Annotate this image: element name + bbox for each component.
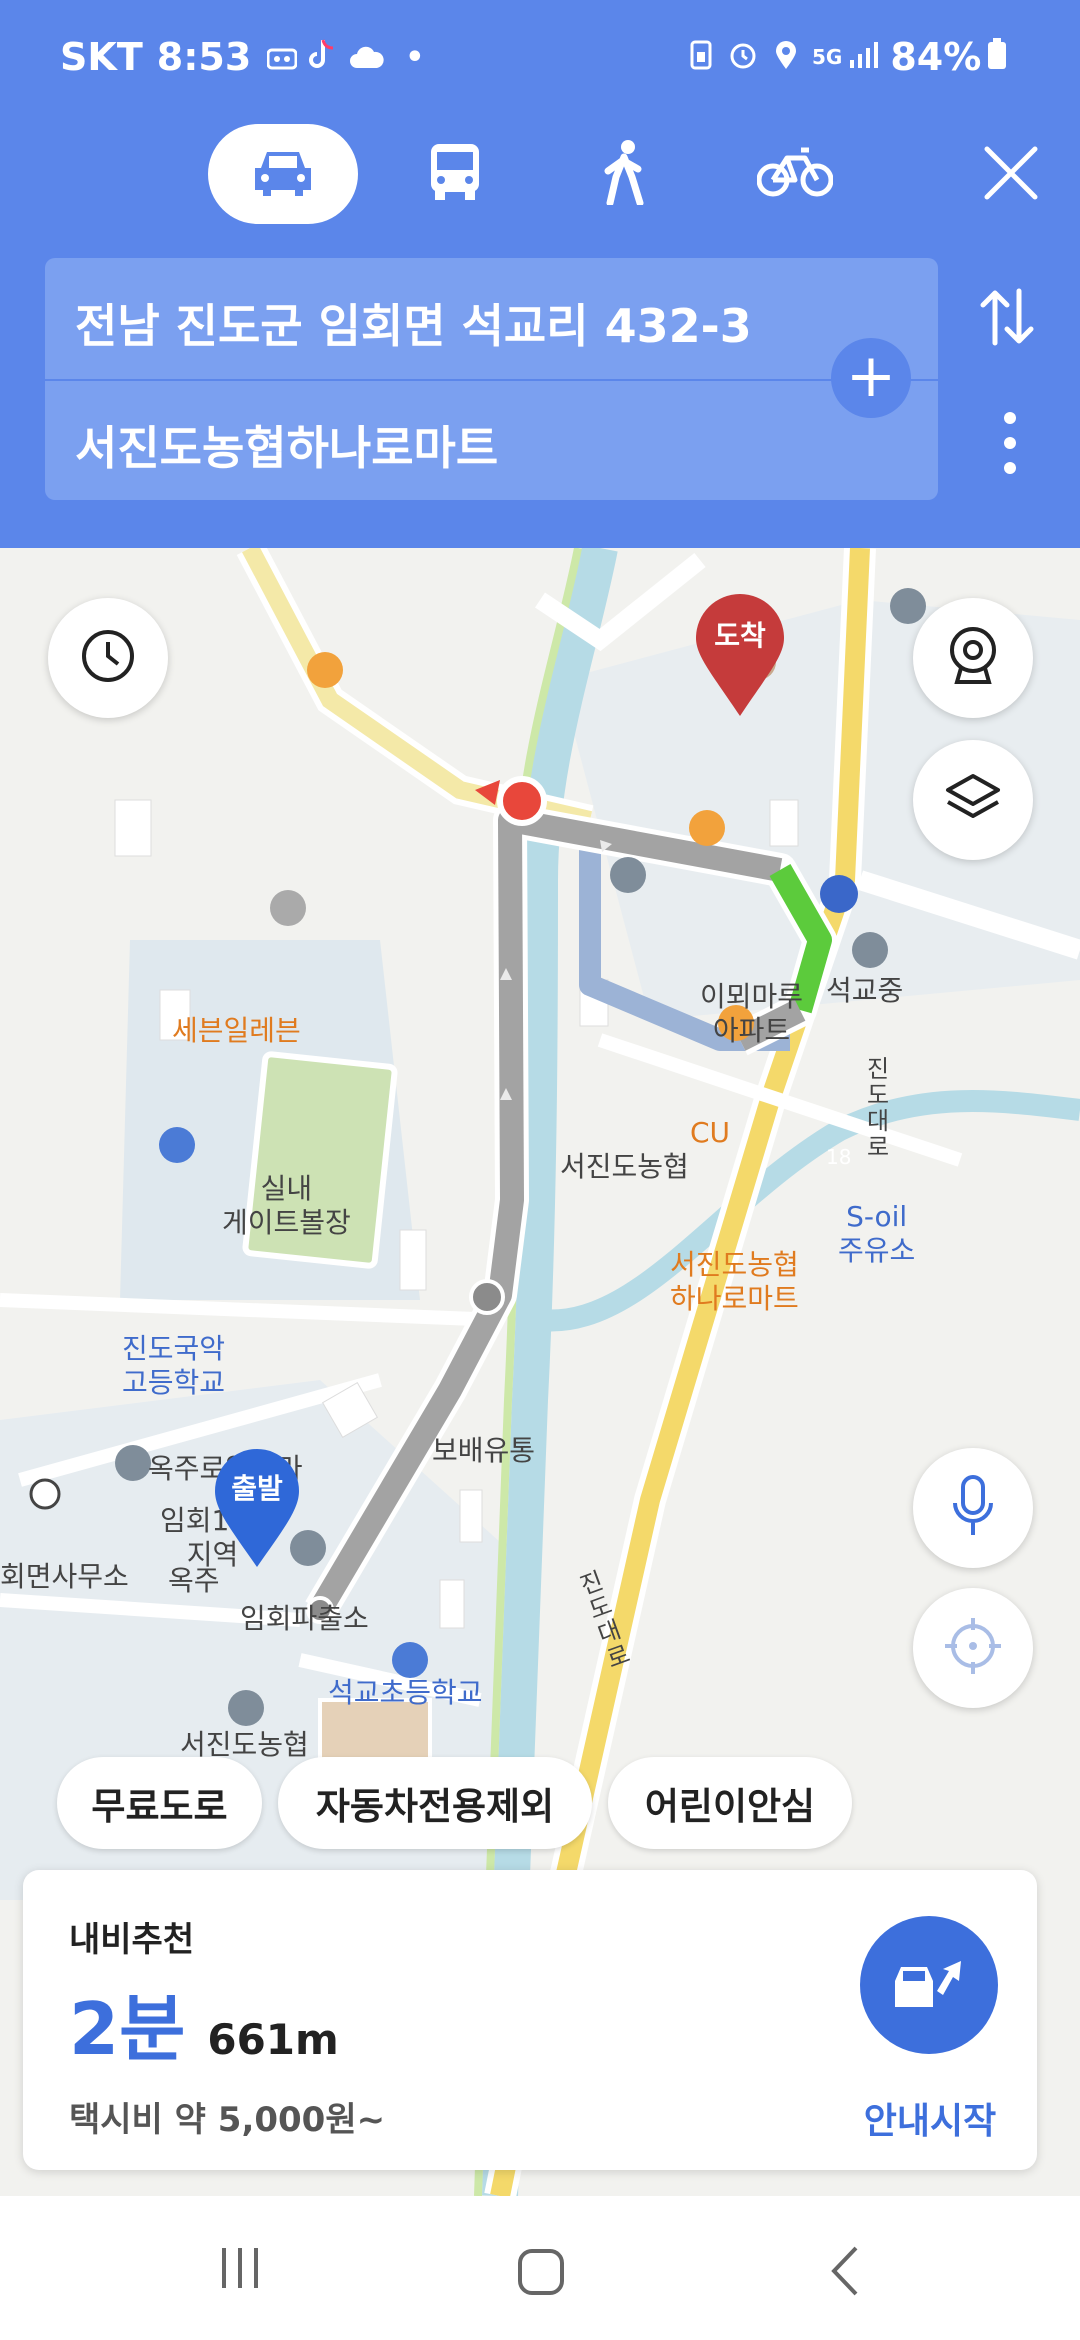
tab-bus[interactable]: [380, 124, 530, 224]
map-label-myeon-office: 회면사무소: [0, 1560, 129, 1593]
tiktok-icon: [309, 35, 337, 79]
bus-icon: [427, 142, 483, 206]
cctv-icon: [947, 626, 999, 690]
map-label-jindo-daero-1: 진도대로: [866, 1055, 890, 1161]
map-label-bobae: 보배유통: [432, 1434, 536, 1467]
more-options-button[interactable]: [995, 408, 1025, 478]
back-chevron-icon: [830, 2246, 860, 2300]
route-distance: 661m: [207, 2015, 339, 2064]
map-label-police: 임회파출소: [240, 1602, 369, 1635]
route-field-box: 전남 진도군 임회면 석교리 432-3 서진도농협하나로마트 +: [45, 258, 938, 500]
voicemail-icon: [266, 35, 298, 79]
home-button[interactable]: [517, 2248, 565, 2300]
battery-icon: [987, 35, 1007, 79]
microphone-icon: [951, 1475, 995, 1541]
add-waypoint-button[interactable]: +: [831, 338, 911, 418]
layers-icon: [944, 772, 1002, 828]
map-label-seokgyo-mid: 석교중: [826, 974, 904, 1007]
field-divider: [45, 379, 938, 381]
start-pin[interactable]: 출발: [211, 1447, 303, 1569]
destination-field[interactable]: 서진도농협하나로마트: [75, 412, 498, 478]
filter-chip-free-road[interactable]: 무료도로: [57, 1757, 262, 1849]
network-type: 5G: [812, 45, 843, 69]
walk-icon: [600, 139, 650, 209]
arrival-pin[interactable]: 도착: [692, 592, 788, 718]
current-location-button[interactable]: [913, 1588, 1033, 1708]
navigation-car-icon: [889, 1951, 969, 2019]
start-navigation-button[interactable]: [860, 1916, 998, 2054]
swap-button[interactable]: [975, 285, 1045, 355]
filter-chip-child-safe[interactable]: 어린이안심: [608, 1757, 852, 1849]
origin-field[interactable]: 전남 진도군 임회면 석교리 432-3: [75, 290, 752, 356]
crosshair-icon: [943, 1616, 1003, 1680]
recent-apps-icon: [218, 2248, 262, 2294]
tab-bike[interactable]: [720, 124, 870, 224]
home-icon: [517, 2249, 565, 2300]
notification-dot-icon: •: [405, 39, 425, 75]
map-label-seven-eleven: 세븐일레븐: [172, 1014, 301, 1047]
carrier-label: SKT: [60, 35, 143, 79]
cctv-button[interactable]: [913, 598, 1033, 718]
map-label-okju: 옥주: [168, 1564, 220, 1597]
close-button[interactable]: [976, 140, 1046, 210]
arrival-pin-icon: [696, 594, 784, 716]
recent-apps-button[interactable]: [218, 2246, 262, 2294]
map-label-cu: CU: [690, 1116, 731, 1149]
clock: 8:53: [156, 35, 252, 79]
tab-car[interactable]: [208, 124, 358, 224]
voice-search-button[interactable]: [913, 1448, 1033, 1568]
route-summary-card[interactable]: 내비추천 2분 661m 택시비 약 5,000원~ 안내시작: [23, 1870, 1037, 2170]
map-label-seokgyo-elem: 석교초등학교: [328, 1676, 483, 1709]
location-icon: [774, 35, 798, 79]
map-label-nh-bank: 서진도농협: [560, 1150, 689, 1183]
plus-icon: +: [845, 341, 897, 411]
route-type-label: 내비추천: [69, 1920, 195, 1960]
map-label-soil: S-oil 주유소: [838, 1200, 916, 1267]
sim-icon: [690, 35, 712, 79]
arrival-pin-label: 도착: [714, 619, 766, 652]
alarm-icon: [728, 35, 758, 79]
route-time-distance: 2분 661m: [69, 1970, 339, 2075]
tab-walk[interactable]: [550, 124, 700, 224]
car-icon: [251, 146, 315, 202]
start-navigation-label[interactable]: 안내시작: [857, 2092, 1003, 2144]
history-button[interactable]: [48, 598, 168, 718]
signal-icon: [848, 35, 879, 79]
map-label-gukak-school: 진도국악 고등학교: [122, 1332, 226, 1399]
map-label-nh-mart: 서진도농협 하나로마트: [670, 1248, 799, 1315]
taxi-fare: 택시비 약 5,000원~: [69, 2100, 386, 2140]
route-header: SKT 8:53 • 5G 84% 전남 진도군 임회면 석교리 432-3 서…: [0, 0, 1080, 548]
start-pin-icon: [215, 1449, 299, 1567]
bike-icon: [756, 146, 834, 202]
map-label-imae-apt: 이뫼마루 아파트: [700, 980, 804, 1047]
map-label-indoor-gate: 실내 게이트볼장: [222, 1172, 351, 1239]
more-vertical-icon: [995, 412, 1025, 482]
layers-button[interactable]: [913, 740, 1033, 860]
filter-chip-no-motorway[interactable]: 자동차전용제외: [278, 1757, 592, 1849]
route-duration: 2분: [69, 1987, 186, 2071]
back-button[interactable]: [830, 2246, 860, 2300]
close-icon: [983, 145, 1039, 205]
start-pin-label: 출발: [231, 1472, 283, 1505]
cloud-icon: [349, 35, 385, 79]
route-number-badge: 18: [826, 1145, 852, 1169]
clock-icon: [80, 628, 136, 688]
swap-icon: [975, 288, 1039, 353]
battery-percent: 84%: [890, 35, 982, 79]
status-bar-right: 5G 84%: [690, 32, 1007, 82]
status-bar-left: SKT 8:53 •: [60, 32, 424, 82]
system-navigation-bar: [0, 2196, 1080, 2340]
